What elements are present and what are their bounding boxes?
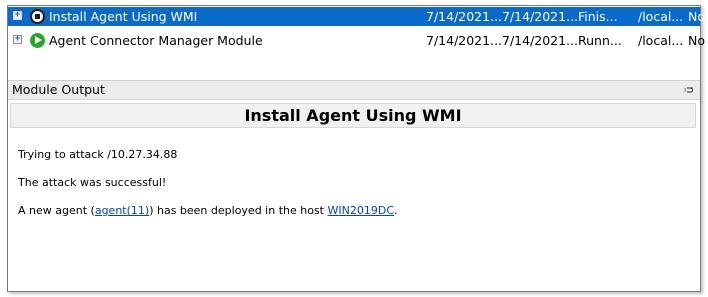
- output-line: Trying to attack /10.27.34.88: [18, 148, 178, 161]
- task-row-agent-connector[interactable]: + Agent Connector Manager Module 7/14/20…: [8, 31, 705, 50]
- output-text: ) has been deployed in the host: [149, 204, 328, 217]
- task-flag: No: [688, 33, 705, 48]
- output-line: A new agent (agent(11)) has been deploye…: [18, 204, 398, 218]
- pin-icon[interactable]: ᴞ: [684, 81, 694, 99]
- task-row-install-agent-wmi[interactable]: + Install Agent Using WMI 7/14/2021... 7…: [8, 7, 705, 26]
- play-icon: [30, 33, 45, 48]
- output-line: The attack was successful!: [18, 176, 167, 189]
- panel-title: Module Output: [12, 82, 105, 97]
- agent-link[interactable]: agent(11): [95, 204, 149, 217]
- output-text: A new agent (: [18, 204, 95, 217]
- task-name: Agent Connector Manager Module: [49, 33, 263, 48]
- output-text: .: [394, 204, 398, 217]
- expand-icon[interactable]: +: [13, 11, 22, 20]
- task-owner: /local...: [638, 33, 684, 48]
- task-end-time: 7/14/2021...: [502, 9, 579, 24]
- expand-icon[interactable]: +: [13, 35, 22, 44]
- task-list: + Install Agent Using WMI 7/14/2021... 7…: [8, 6, 705, 76]
- task-flag: No: [688, 9, 705, 24]
- task-owner: /local...: [638, 9, 684, 24]
- module-output-content: Install Agent Using WMI Trying to attack…: [8, 100, 700, 291]
- task-state: Finis...: [578, 9, 618, 24]
- module-output-header: Module Output ᴞ: [8, 80, 700, 100]
- task-start-time: 7/14/2021...: [426, 9, 503, 24]
- stopped-icon: [30, 9, 45, 24]
- application-window: + Install Agent Using WMI 7/14/2021... 7…: [7, 5, 705, 292]
- task-state: Runn...: [578, 33, 622, 48]
- host-link[interactable]: WIN2019DC: [328, 204, 395, 217]
- task-end-time: 7/14/2021...: [502, 33, 579, 48]
- output-heading: Install Agent Using WMI: [10, 103, 696, 128]
- task-name: Install Agent Using WMI: [49, 9, 198, 24]
- task-start-time: 7/14/2021...: [426, 33, 503, 48]
